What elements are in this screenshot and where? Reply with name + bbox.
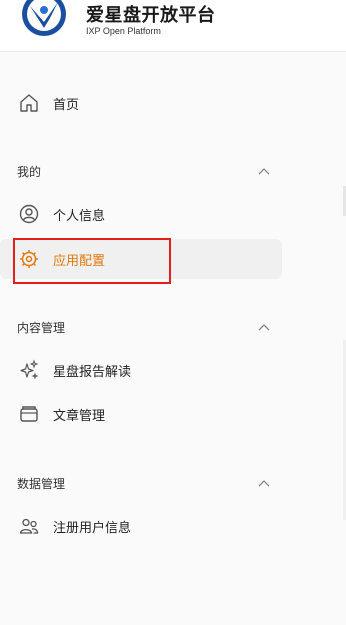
sidebar-item-label: 星盘报告解读 — [53, 365, 132, 380]
group-header-data[interactable]: 数据管理 — [0, 468, 282, 498]
sidebar-item-registered-users[interactable]: 注册用户信息 — [0, 506, 282, 546]
user-circle-icon — [19, 204, 39, 224]
chevron-up-icon — [258, 168, 270, 175]
sidebar-item-label: 首页 — [53, 98, 80, 113]
chevron-up-icon — [258, 324, 270, 331]
sidebar-item-chart-report[interactable]: 星盘报告解读 — [0, 350, 282, 390]
brand-title: 爱星盘开放平台 — [86, 5, 216, 26]
app-header: 爱星盘开放平台 IXP Open Platform — [0, 0, 346, 52]
sidebar-item-label: 注册用户信息 — [53, 521, 132, 536]
sidebar-item-label: 文章管理 — [53, 409, 106, 424]
group-label: 内容管理 — [17, 321, 66, 335]
logo-icon[interactable] — [20, 0, 68, 40]
group-label: 我的 — [17, 165, 42, 179]
users-icon — [19, 518, 39, 534]
home-icon — [20, 94, 38, 112]
sidebar: 首页 我的 个人信息 应用配置 内容管理 星盘报告解读 文章管理 数据管理 注册… — [0, 52, 346, 625]
folder-icon — [20, 406, 38, 422]
sparkle-icon — [20, 359, 39, 380]
sidebar-item-home[interactable]: 首页 — [0, 83, 282, 123]
brand-subtitle: IXP Open Platform — [86, 26, 161, 36]
group-header-mine[interactable]: 我的 — [0, 156, 282, 186]
group-header-content[interactable]: 内容管理 — [0, 312, 282, 342]
chevron-up-icon — [258, 480, 270, 487]
sidebar-item-label: 个人信息 — [53, 209, 106, 224]
sidebar-item-articles[interactable]: 文章管理 — [0, 394, 282, 434]
highlight-box — [13, 238, 171, 284]
group-label: 数据管理 — [17, 477, 66, 491]
sidebar-item-profile[interactable]: 个人信息 — [0, 194, 282, 234]
